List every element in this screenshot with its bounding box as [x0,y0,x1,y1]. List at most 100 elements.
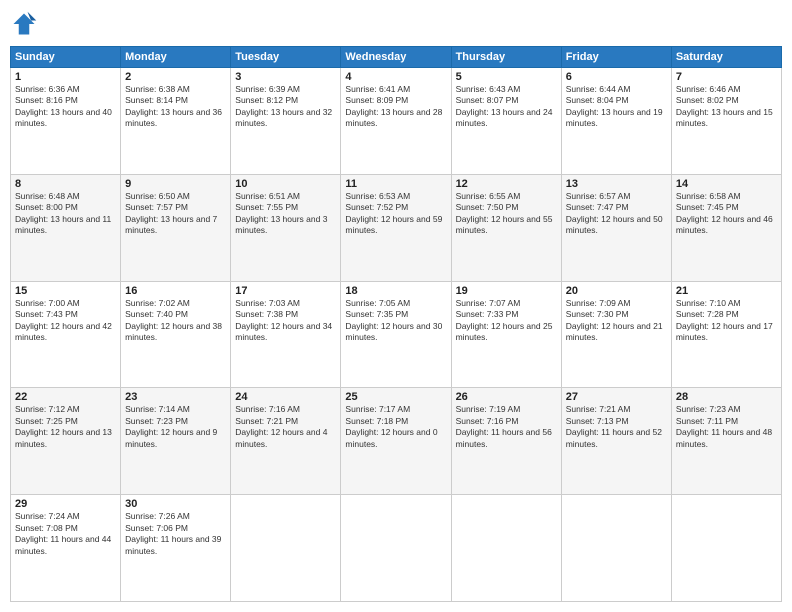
calendar-cell: 16 Sunrise: 7:02 AMSunset: 7:40 PMDaylig… [121,281,231,388]
logo [10,10,42,38]
cell-content: Sunrise: 6:58 AMSunset: 7:45 PMDaylight:… [676,191,777,237]
cell-content: Sunrise: 7:02 AMSunset: 7:40 PMDaylight:… [125,298,226,344]
calendar-cell: 18 Sunrise: 7:05 AMSunset: 7:35 PMDaylig… [341,281,451,388]
cell-content: Sunrise: 7:21 AMSunset: 7:13 PMDaylight:… [566,404,667,450]
calendar: SundayMondayTuesdayWednesdayThursdayFrid… [10,46,782,602]
cell-content: Sunrise: 7:19 AMSunset: 7:16 PMDaylight:… [456,404,557,450]
calendar-cell [561,495,671,602]
cell-content: Sunrise: 6:46 AMSunset: 8:02 PMDaylight:… [676,84,777,130]
day-number: 28 [676,391,777,403]
cell-content: Sunrise: 7:12 AMSunset: 7:25 PMDaylight:… [15,404,116,450]
calendar-cell: 6 Sunrise: 6:44 AMSunset: 8:04 PMDayligh… [561,68,671,175]
cell-content: Sunrise: 7:17 AMSunset: 7:18 PMDaylight:… [345,404,446,450]
day-header-wednesday: Wednesday [341,47,451,68]
calendar-cell: 1 Sunrise: 6:36 AMSunset: 8:16 PMDayligh… [11,68,121,175]
cell-content: Sunrise: 7:00 AMSunset: 7:43 PMDaylight:… [15,298,116,344]
calendar-cell: 19 Sunrise: 7:07 AMSunset: 7:33 PMDaylig… [451,281,561,388]
day-header-tuesday: Tuesday [231,47,341,68]
cell-content: Sunrise: 7:07 AMSunset: 7:33 PMDaylight:… [456,298,557,344]
day-number: 13 [566,178,667,190]
day-header-friday: Friday [561,47,671,68]
cell-content: Sunrise: 6:48 AMSunset: 8:00 PMDaylight:… [15,191,116,237]
calendar-cell: 29 Sunrise: 7:24 AMSunset: 7:08 PMDaylig… [11,495,121,602]
calendar-cell: 14 Sunrise: 6:58 AMSunset: 7:45 PMDaylig… [671,174,781,281]
calendar-header-row: SundayMondayTuesdayWednesdayThursdayFrid… [11,47,782,68]
cell-content: Sunrise: 6:57 AMSunset: 7:47 PMDaylight:… [566,191,667,237]
calendar-cell: 24 Sunrise: 7:16 AMSunset: 7:21 PMDaylig… [231,388,341,495]
calendar-cell: 30 Sunrise: 7:26 AMSunset: 7:06 PMDaylig… [121,495,231,602]
calendar-cell: 8 Sunrise: 6:48 AMSunset: 8:00 PMDayligh… [11,174,121,281]
day-number: 10 [235,178,336,190]
calendar-cell: 26 Sunrise: 7:19 AMSunset: 7:16 PMDaylig… [451,388,561,495]
calendar-cell: 28 Sunrise: 7:23 AMSunset: 7:11 PMDaylig… [671,388,781,495]
calendar-cell: 4 Sunrise: 6:41 AMSunset: 8:09 PMDayligh… [341,68,451,175]
day-number: 21 [676,285,777,297]
day-number: 19 [456,285,557,297]
week-row-2: 8 Sunrise: 6:48 AMSunset: 8:00 PMDayligh… [11,174,782,281]
day-number: 24 [235,391,336,403]
day-number: 15 [15,285,116,297]
cell-content: Sunrise: 7:09 AMSunset: 7:30 PMDaylight:… [566,298,667,344]
day-number: 6 [566,71,667,83]
calendar-cell: 12 Sunrise: 6:55 AMSunset: 7:50 PMDaylig… [451,174,561,281]
week-row-1: 1 Sunrise: 6:36 AMSunset: 8:16 PMDayligh… [11,68,782,175]
day-number: 18 [345,285,446,297]
week-row-5: 29 Sunrise: 7:24 AMSunset: 7:08 PMDaylig… [11,495,782,602]
calendar-cell: 9 Sunrise: 6:50 AMSunset: 7:57 PMDayligh… [121,174,231,281]
day-number: 27 [566,391,667,403]
calendar-cell: 11 Sunrise: 6:53 AMSunset: 7:52 PMDaylig… [341,174,451,281]
day-number: 23 [125,391,226,403]
calendar-cell [671,495,781,602]
day-number: 9 [125,178,226,190]
day-number: 17 [235,285,336,297]
calendar-cell [341,495,451,602]
cell-content: Sunrise: 7:03 AMSunset: 7:38 PMDaylight:… [235,298,336,344]
day-number: 12 [456,178,557,190]
week-row-4: 22 Sunrise: 7:12 AMSunset: 7:25 PMDaylig… [11,388,782,495]
cell-content: Sunrise: 7:24 AMSunset: 7:08 PMDaylight:… [15,511,116,557]
calendar-cell: 13 Sunrise: 6:57 AMSunset: 7:47 PMDaylig… [561,174,671,281]
calendar-cell: 22 Sunrise: 7:12 AMSunset: 7:25 PMDaylig… [11,388,121,495]
week-row-3: 15 Sunrise: 7:00 AMSunset: 7:43 PMDaylig… [11,281,782,388]
calendar-cell: 21 Sunrise: 7:10 AMSunset: 7:28 PMDaylig… [671,281,781,388]
day-number: 2 [125,71,226,83]
calendar-cell: 10 Sunrise: 6:51 AMSunset: 7:55 PMDaylig… [231,174,341,281]
day-number: 8 [15,178,116,190]
day-number: 4 [345,71,446,83]
cell-content: Sunrise: 6:41 AMSunset: 8:09 PMDaylight:… [345,84,446,130]
day-number: 30 [125,498,226,510]
cell-content: Sunrise: 7:10 AMSunset: 7:28 PMDaylight:… [676,298,777,344]
calendar-cell [451,495,561,602]
calendar-cell: 27 Sunrise: 7:21 AMSunset: 7:13 PMDaylig… [561,388,671,495]
cell-content: Sunrise: 7:14 AMSunset: 7:23 PMDaylight:… [125,404,226,450]
day-header-sunday: Sunday [11,47,121,68]
calendar-cell: 3 Sunrise: 6:39 AMSunset: 8:12 PMDayligh… [231,68,341,175]
day-number: 25 [345,391,446,403]
calendar-cell: 2 Sunrise: 6:38 AMSunset: 8:14 PMDayligh… [121,68,231,175]
cell-content: Sunrise: 7:23 AMSunset: 7:11 PMDaylight:… [676,404,777,450]
cell-content: Sunrise: 6:38 AMSunset: 8:14 PMDaylight:… [125,84,226,130]
cell-content: Sunrise: 6:43 AMSunset: 8:07 PMDaylight:… [456,84,557,130]
cell-content: Sunrise: 7:05 AMSunset: 7:35 PMDaylight:… [345,298,446,344]
cell-content: Sunrise: 6:51 AMSunset: 7:55 PMDaylight:… [235,191,336,237]
calendar-cell: 25 Sunrise: 7:17 AMSunset: 7:18 PMDaylig… [341,388,451,495]
cell-content: Sunrise: 6:55 AMSunset: 7:50 PMDaylight:… [456,191,557,237]
calendar-cell: 5 Sunrise: 6:43 AMSunset: 8:07 PMDayligh… [451,68,561,175]
calendar-cell: 15 Sunrise: 7:00 AMSunset: 7:43 PMDaylig… [11,281,121,388]
cell-content: Sunrise: 6:53 AMSunset: 7:52 PMDaylight:… [345,191,446,237]
cell-content: Sunrise: 6:50 AMSunset: 7:57 PMDaylight:… [125,191,226,237]
calendar-cell: 7 Sunrise: 6:46 AMSunset: 8:02 PMDayligh… [671,68,781,175]
calendar-cell: 17 Sunrise: 7:03 AMSunset: 7:38 PMDaylig… [231,281,341,388]
cell-content: Sunrise: 6:36 AMSunset: 8:16 PMDaylight:… [15,84,116,130]
cell-content: Sunrise: 6:44 AMSunset: 8:04 PMDaylight:… [566,84,667,130]
logo-icon [10,10,38,38]
calendar-cell: 20 Sunrise: 7:09 AMSunset: 7:30 PMDaylig… [561,281,671,388]
calendar-cell: 23 Sunrise: 7:14 AMSunset: 7:23 PMDaylig… [121,388,231,495]
header [10,10,782,38]
day-number: 14 [676,178,777,190]
day-number: 29 [15,498,116,510]
day-header-thursday: Thursday [451,47,561,68]
page: SundayMondayTuesdayWednesdayThursdayFrid… [0,0,792,612]
day-header-saturday: Saturday [671,47,781,68]
day-number: 5 [456,71,557,83]
